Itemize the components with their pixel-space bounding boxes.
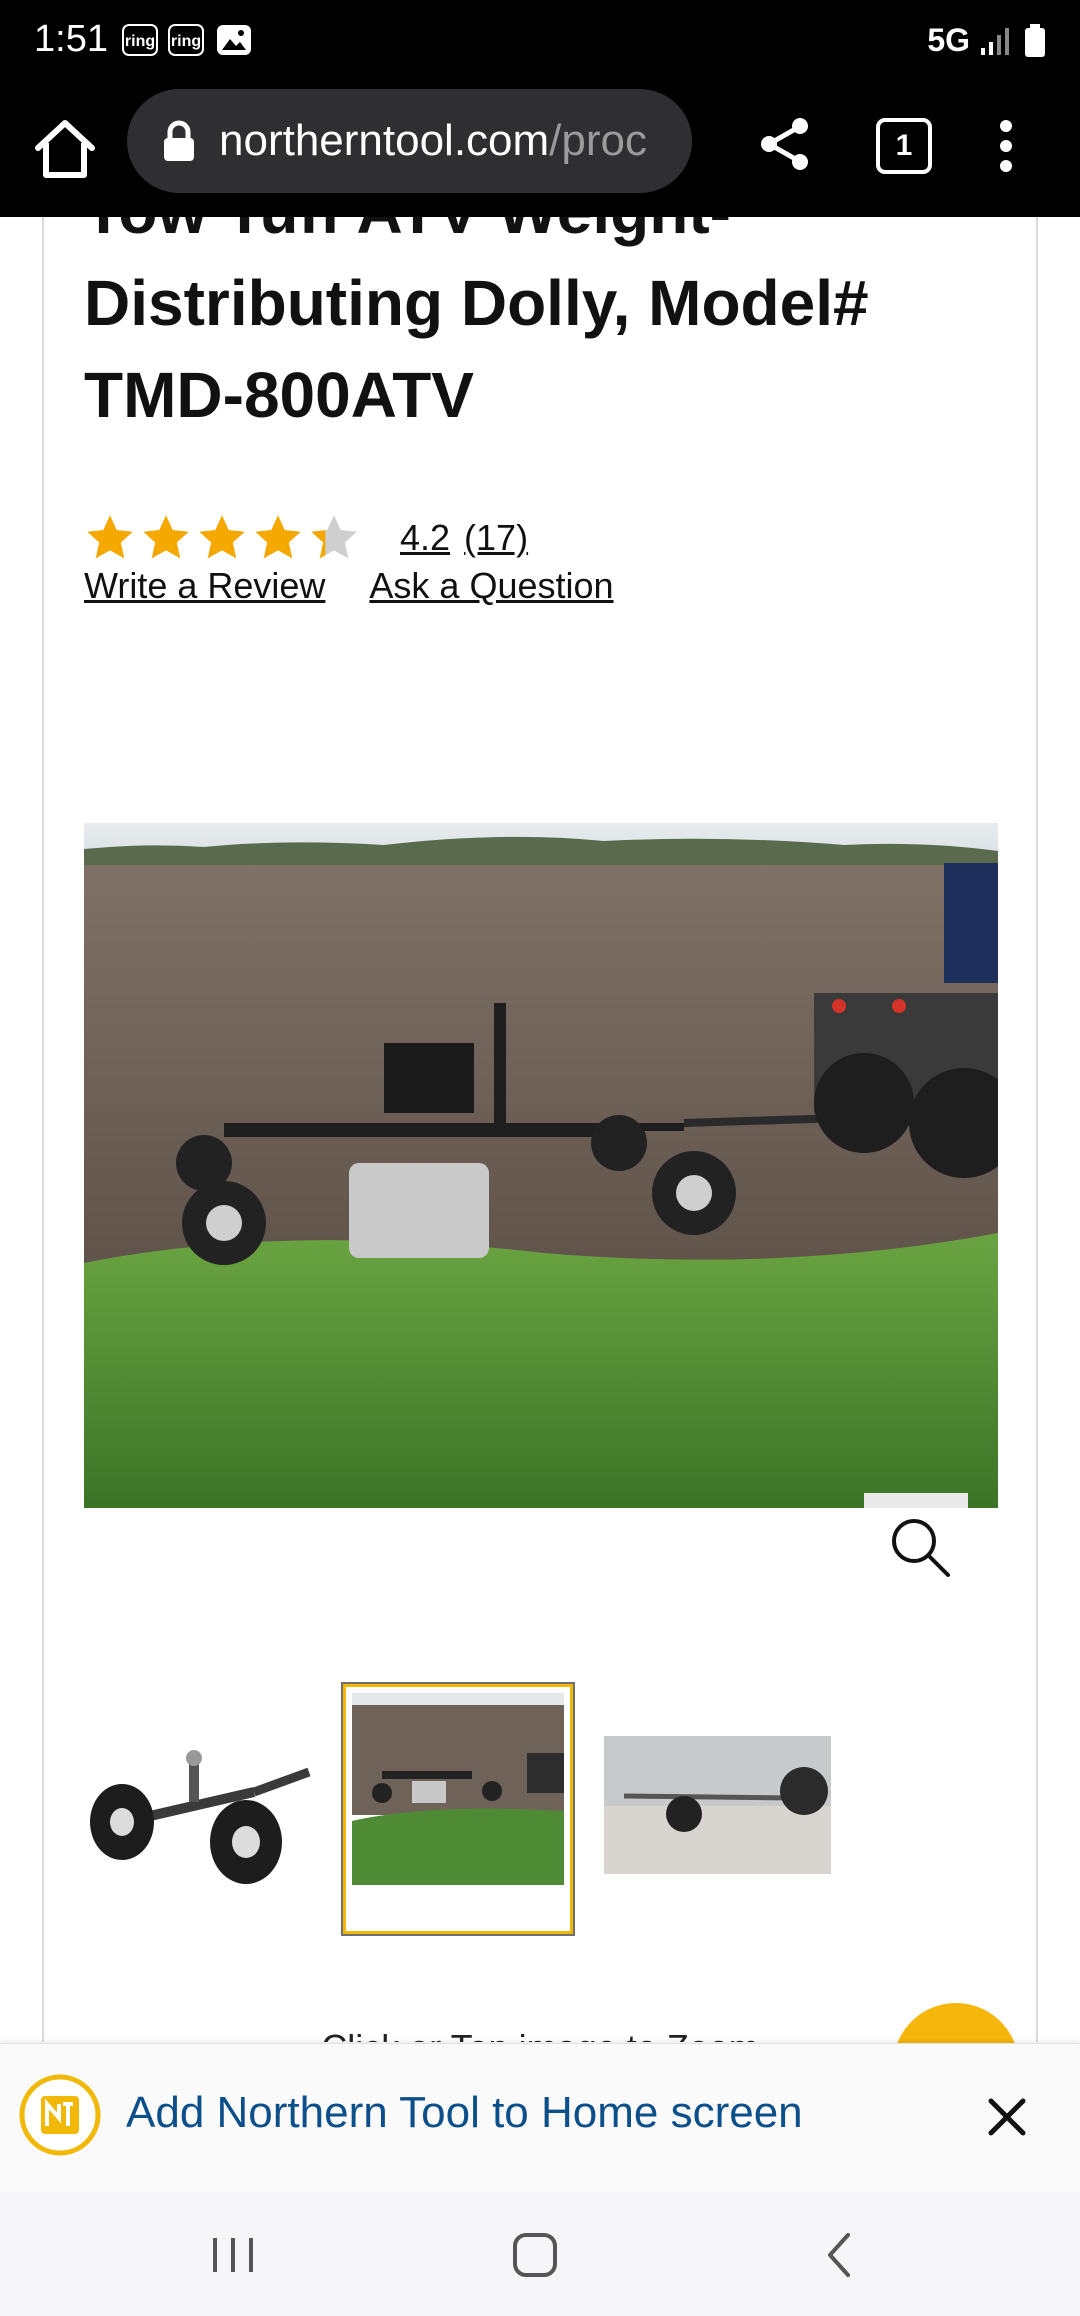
product-title-container: Tow Tuff ATV Weight-Distributing Dolly, …	[42, 217, 1038, 457]
zoom-magnifier-icon[interactable]	[888, 1515, 954, 1581]
back-icon[interactable]	[810, 2230, 870, 2280]
battery-icon	[1025, 23, 1045, 57]
browser-toolbar: northerntool.com/proc 1	[0, 86, 1080, 217]
main-product-image[interactable]	[84, 823, 998, 1508]
star-full-icon	[87, 515, 133, 559]
lock-icon	[164, 120, 194, 161]
thumbnail-garage[interactable]	[604, 1736, 831, 1874]
thumbnail-tiller-image	[352, 1693, 564, 1885]
recents-icon[interactable]	[203, 2230, 263, 2280]
status-bar: 1:51 ring ring 5G	[0, 0, 1080, 86]
thumbnail-dolly[interactable]	[84, 1702, 312, 1902]
product-photo	[84, 823, 998, 1508]
product-title: Tow Tuff ATV Weight-Distributing Dolly, …	[84, 217, 869, 431]
rating-count-link[interactable]: (17)	[464, 517, 528, 559]
system-nav-bar	[0, 2192, 1080, 2316]
thumbnail-dolly-image	[84, 1702, 312, 1902]
home-nav-icon[interactable]	[505, 2230, 565, 2280]
url-host: northerntool.com	[219, 116, 550, 165]
review-links: Write a Review Ask a Question	[84, 565, 614, 607]
ask-question-link[interactable]: Ask a Question	[369, 565, 613, 607]
home-icon[interactable]	[30, 114, 100, 184]
star-full-icon	[255, 515, 301, 559]
signal-icon	[981, 27, 1009, 55]
close-icon[interactable]	[986, 2096, 1028, 2138]
thumbnail-garage-image	[604, 1736, 831, 1874]
status-time: 1:51	[34, 18, 108, 60]
thumbnail-tiller-field[interactable]	[341, 1682, 575, 1936]
network-type: 5G	[927, 22, 970, 58]
northern-tool-logo-icon	[19, 2074, 101, 2156]
tabs-icon[interactable]: 1	[876, 118, 932, 174]
share-icon[interactable]	[755, 114, 815, 174]
ring-notification-icon: ring	[122, 24, 158, 56]
write-review-link[interactable]: Write a Review	[84, 565, 325, 607]
address-bar[interactable]: northerntool.com/proc	[127, 89, 692, 193]
rating-row: 4.2 (17)	[84, 512, 528, 564]
star-partial-icon	[311, 515, 357, 559]
star-full-icon	[199, 515, 245, 559]
star-rating	[84, 512, 360, 564]
ring-notification-icon: ring	[168, 24, 204, 56]
url-text: northerntool.com/proc	[219, 116, 669, 166]
add-to-home-text[interactable]: Add Northern Tool to Home screen	[126, 2088, 803, 2138]
thumbnail-strip	[84, 1682, 984, 1940]
url-path: /proc	[549, 116, 647, 165]
rating-value-link[interactable]: 4.2	[400, 517, 450, 559]
star-full-icon	[143, 515, 189, 559]
add-to-home-banner[interactable]: Add Northern Tool to Home screen	[0, 2043, 1080, 2192]
more-vert-icon[interactable]	[996, 116, 1016, 176]
image-notification-icon	[217, 25, 251, 55]
